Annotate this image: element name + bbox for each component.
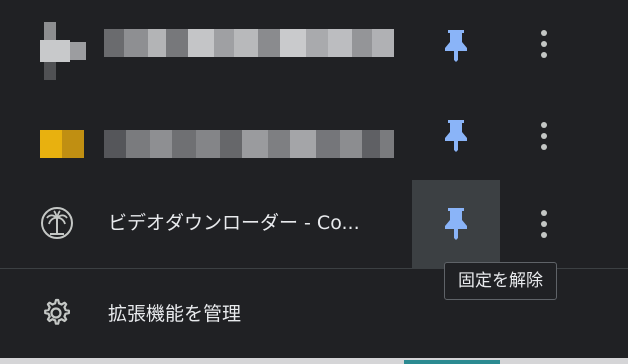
pin-button[interactable] — [412, 0, 500, 88]
more-vert-icon — [541, 210, 547, 238]
more-vert-icon — [541, 30, 547, 58]
pin-icon — [445, 30, 467, 62]
extension-name-blurred — [104, 130, 394, 158]
pin-icon — [445, 208, 467, 240]
extension-row[interactable] — [0, 0, 628, 86]
extension-icon — [40, 22, 86, 80]
extension-icon — [40, 130, 86, 158]
window-edge — [0, 358, 628, 364]
pin-icon — [445, 120, 467, 152]
unpin-tooltip: 固定を解除 — [444, 262, 557, 300]
manage-extensions-label: 拡張機能を管理 — [108, 303, 242, 325]
more-options-button[interactable] — [526, 0, 562, 86]
palm-tree-icon — [40, 206, 74, 240]
extension-row[interactable]: ビデオダウンローダー - Co... — [0, 180, 628, 268]
more-vert-icon — [541, 122, 547, 150]
extension-row[interactable] — [0, 88, 628, 174]
extension-name-blurred — [104, 29, 394, 57]
pin-button[interactable] — [412, 88, 500, 176]
pin-button[interactable] — [412, 180, 500, 268]
extensions-menu: ビデオダウンローダー - Co... 拡張機能を管理 固定を解除 — [0, 0, 628, 364]
extension-name: ビデオダウンローダー - Co... — [108, 212, 360, 234]
tab-accent — [404, 360, 500, 364]
gear-icon — [44, 298, 70, 325]
more-options-button[interactable] — [526, 88, 562, 174]
more-options-button[interactable] — [526, 180, 562, 266]
